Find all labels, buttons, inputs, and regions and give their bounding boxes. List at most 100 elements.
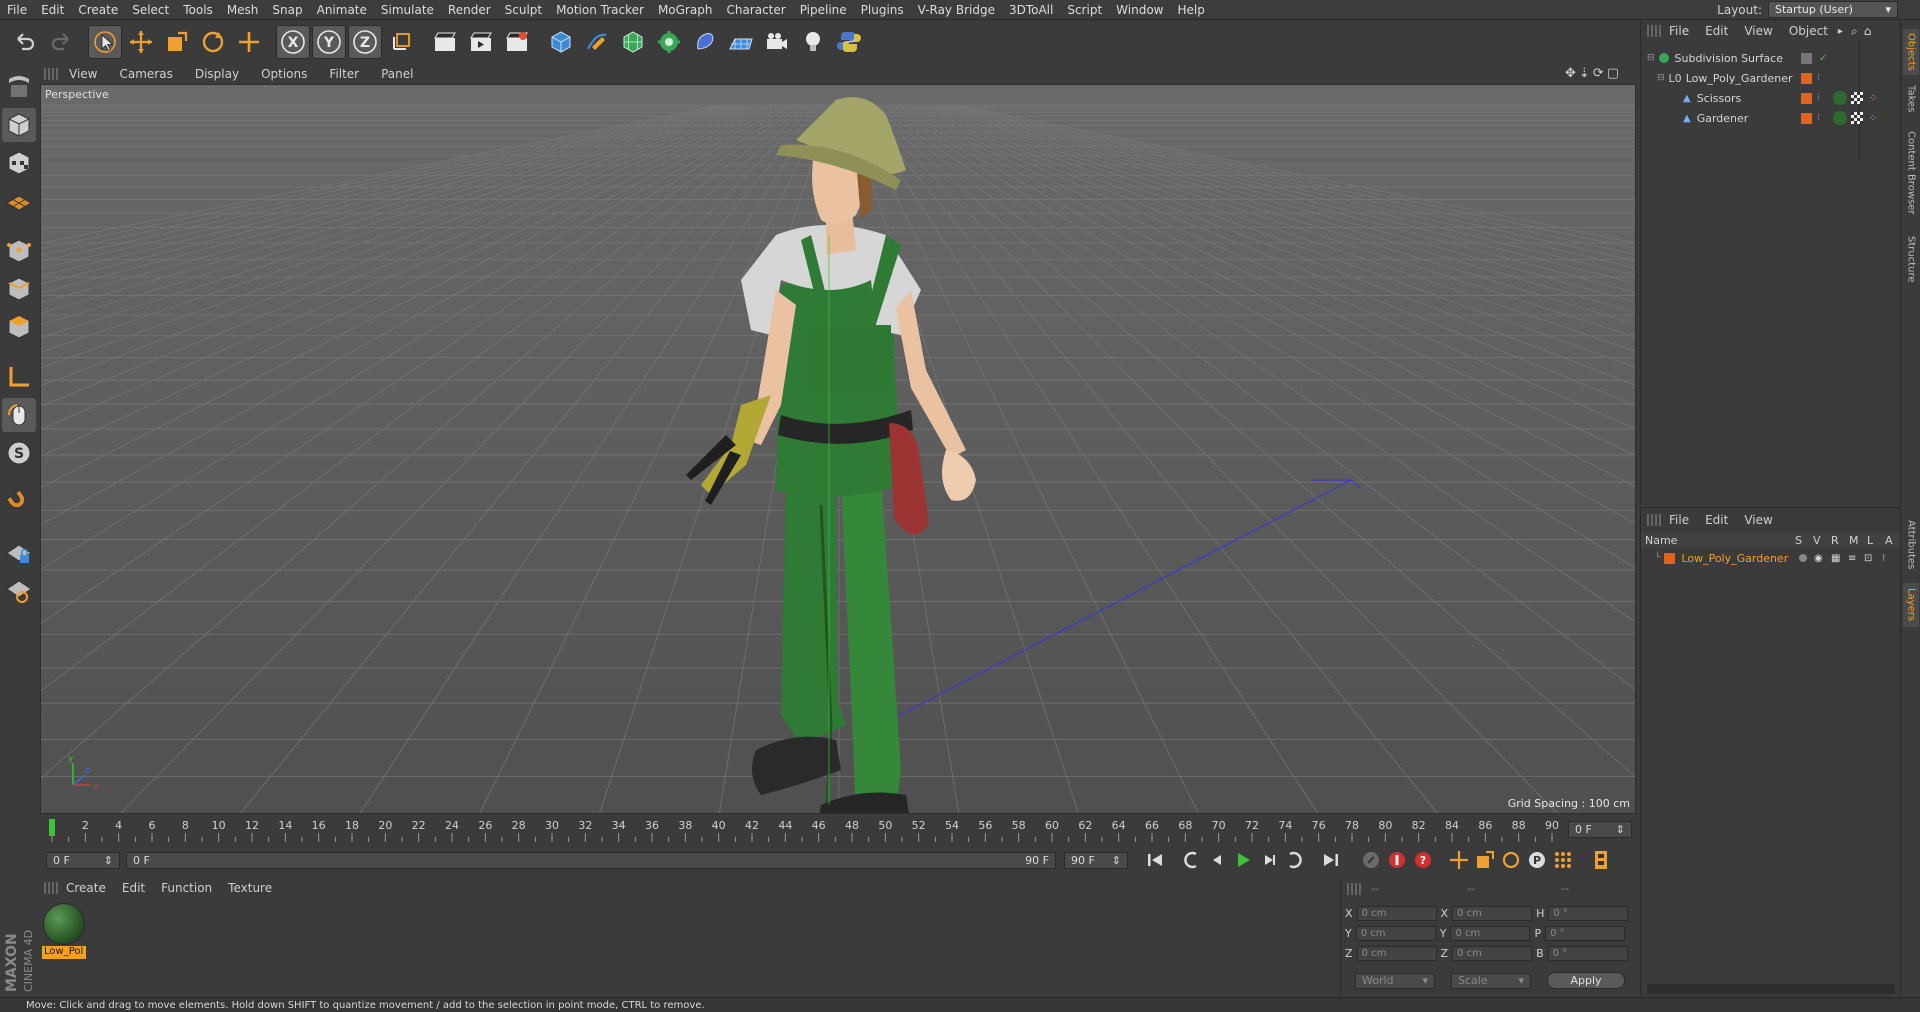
layer-swatch[interactable] [1801, 52, 1812, 64]
menu-3dtoall[interactable]: 3DToAll [1002, 3, 1060, 17]
menu-edit[interactable]: Edit [34, 3, 71, 17]
material-menu-texture[interactable]: Texture [220, 881, 280, 895]
tab-content-browser[interactable]: Content Browser [1903, 123, 1919, 223]
y-axis-button[interactable]: Y [312, 25, 346, 59]
add-environment-button[interactable] [724, 25, 758, 59]
coordinate-system-button[interactable] [384, 25, 418, 59]
search-icon[interactable]: ⌕ [1851, 24, 1858, 39]
objects-menu-object[interactable]: Object [1781, 24, 1836, 38]
menu-mograph[interactable]: MoGraph [651, 3, 720, 17]
size-mode-dropdown[interactable]: Scale ▾ [1451, 972, 1531, 989]
viewport-menu-view[interactable]: View [58, 67, 108, 81]
key-parameter-button[interactable]: P [1524, 848, 1550, 872]
viewport-menu-panel[interactable]: Panel [370, 67, 424, 81]
uvw-tag-icon[interactable]: ⁘ [1869, 93, 1877, 104]
menu-window[interactable]: Window [1109, 3, 1170, 17]
layer-tag[interactable] [1801, 72, 1812, 84]
add-cube-button[interactable] [544, 25, 578, 59]
key-position-button[interactable] [1446, 848, 1472, 872]
render-settings-button[interactable] [500, 25, 534, 59]
next-frame-button[interactable] [1256, 848, 1282, 872]
x-axis-button[interactable]: X [276, 25, 310, 59]
pan-view-icon[interactable]: ✥ [1565, 66, 1576, 81]
menu-vray-bridge[interactable]: V-Ray Bridge [911, 3, 1002, 17]
material-tag-icon[interactable] [1833, 111, 1847, 125]
magnet-button[interactable] [2, 486, 36, 520]
layers-menu-file[interactable]: File [1661, 513, 1697, 527]
play-button[interactable] [1230, 848, 1256, 872]
start-frame-field[interactable]: 0 F ⇕ [46, 851, 120, 869]
current-frame-field[interactable]: 0 F ⇕ [1568, 821, 1632, 838]
tweak-mode-button[interactable] [2, 398, 36, 432]
menu-animate[interactable]: Animate [310, 3, 374, 17]
solo-toggle-icon[interactable] [1799, 554, 1807, 562]
toggle-view-icon[interactable]: ▢ [1607, 66, 1619, 81]
check-icon[interactable]: ✓ [1819, 53, 1827, 64]
visibility-dots-icon[interactable]: ⁝ [1817, 93, 1820, 103]
rot-p-field[interactable]: 0 ° [1545, 926, 1626, 941]
render-toggle-icon[interactable]: ▦ [1831, 553, 1840, 564]
edges-mode-button[interactable] [2, 272, 36, 306]
objects-menu-edit[interactable]: Edit [1697, 24, 1736, 38]
material-menu-create[interactable]: Create [58, 881, 114, 895]
size-y-field[interactable]: 0 cm [1450, 926, 1531, 941]
viewport-menu-filter[interactable]: Filter [318, 67, 370, 81]
menu-plugins[interactable]: Plugins [854, 3, 911, 17]
chevron-right-icon[interactable]: ▸ [1838, 26, 1843, 37]
points-mode-button[interactable] [2, 234, 36, 268]
add-light-button[interactable] [796, 25, 830, 59]
render-picture-viewer-button[interactable] [464, 25, 498, 59]
add-mograph-button[interactable] [652, 25, 686, 59]
timeline-window-button[interactable] [1588, 848, 1614, 872]
add-spline-button[interactable] [580, 25, 614, 59]
pos-z-field[interactable]: 0 cm [1356, 946, 1437, 961]
previous-frame-button[interactable] [1204, 848, 1230, 872]
scale-tool-button[interactable] [160, 25, 194, 59]
layer-row[interactable]: └ Low_Poly_Gardener ◉ ▦ ≡ ⊡ ⁝ [1641, 549, 1901, 567]
timeline-ruler[interactable]: 0246810121416182022242628303234363840424… [40, 815, 1636, 845]
menu-sculpt[interactable]: Sculpt [498, 3, 549, 17]
layers-menu-edit[interactable]: Edit [1697, 513, 1736, 527]
size-x-field[interactable]: 0 cm [1452, 906, 1533, 921]
record-active-button[interactable] [1384, 848, 1410, 872]
pos-x-field[interactable]: 0 cm [1356, 906, 1437, 921]
planar-workplane-button[interactable] [2, 574, 36, 608]
coordinate-space-dropdown[interactable]: World ▾ [1355, 972, 1435, 989]
autokey-button[interactable]: ? [1410, 848, 1436, 872]
menu-pipeline[interactable]: Pipeline [793, 3, 854, 17]
python-button[interactable] [832, 25, 866, 59]
texture-tag-icon[interactable] [1851, 92, 1863, 104]
animation-toggle-icon[interactable]: ⁝ [1882, 553, 1885, 564]
eye-icon[interactable]: ◉ [1814, 553, 1823, 564]
apply-button[interactable]: Apply [1547, 972, 1625, 989]
layer-color-swatch[interactable] [1664, 552, 1676, 564]
add-generator-button[interactable] [616, 25, 650, 59]
panel-grip-icon[interactable] [44, 882, 58, 894]
rot-b-field[interactable]: 0 ° [1547, 946, 1628, 961]
next-key-button[interactable] [1282, 848, 1308, 872]
home-icon[interactable]: ⌂ [1864, 24, 1872, 38]
panel-grip-icon[interactable] [44, 68, 58, 80]
tab-takes[interactable]: Takes [1903, 81, 1919, 117]
lock-workplane-button[interactable] [2, 536, 36, 570]
live-selection-button[interactable] [88, 25, 122, 59]
range-slider[interactable]: 0 F 90 F [126, 851, 1056, 869]
panel-grip-icon[interactable] [1647, 514, 1661, 526]
panel-grip-icon[interactable] [1347, 882, 1361, 895]
object-row-scissors[interactable]: ▲ Scissors ⁝ ⁘ [1641, 88, 1901, 108]
manager-toggle-icon[interactable]: ≡ [1848, 553, 1856, 564]
add-deformer-button[interactable] [688, 25, 722, 59]
visibility-dots-icon[interactable]: ⁝ [1817, 113, 1820, 123]
snap-button[interactable]: S [2, 436, 36, 470]
undo-button[interactable] [8, 25, 42, 59]
menu-render[interactable]: Render [441, 3, 498, 17]
visibility-dots-icon[interactable]: ⁝ [1817, 73, 1820, 83]
expand-toggle-icon[interactable]: ⊟ [1657, 73, 1665, 83]
material-name-label[interactable]: Low_Pol [42, 946, 86, 959]
texture-tag-icon[interactable] [1851, 112, 1863, 124]
material-tag-icon[interactable] [1833, 91, 1847, 105]
menu-file[interactable]: File [0, 3, 34, 17]
go-to-end-button[interactable] [1318, 848, 1344, 872]
polygons-mode-button[interactable] [2, 310, 36, 344]
rotate-view-icon[interactable]: ⟳ [1593, 66, 1604, 81]
